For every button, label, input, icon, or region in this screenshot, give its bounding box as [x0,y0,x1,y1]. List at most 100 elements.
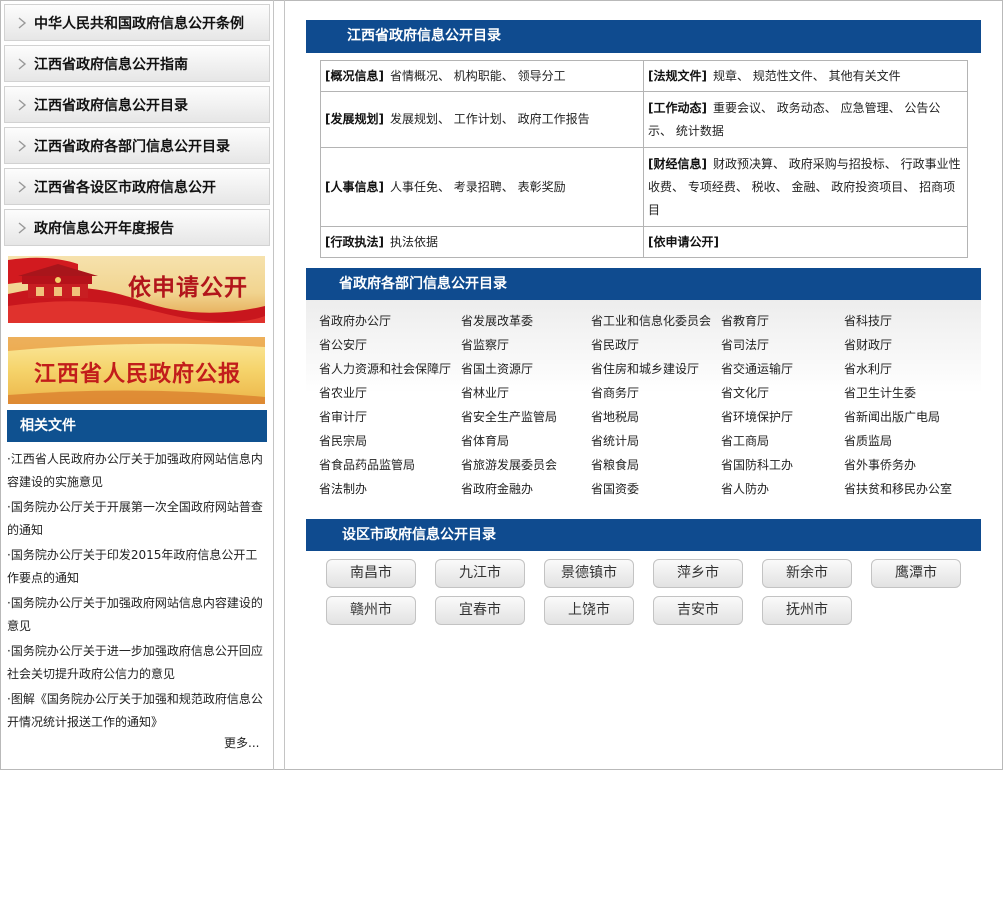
related-file-link[interactable]: ·图解《国务院办公厅关于加强和规范政府信息公开情况统计报送工作的通知》 [7,688,265,736]
catalog-cell[interactable]: [概况信息] 省情概况、 机构职能、 领导分工 [320,60,644,92]
department-link[interactable]: 省公安厅 [319,336,367,353]
department-link[interactable]: 省国土资源厅 [461,360,533,377]
department-link[interactable]: 省发展改革委 [461,312,533,329]
related-files-list: ·江西省人民政府办公厅关于加强政府网站信息内容建设的实施意见 ·国务院办公厅关于… [7,448,265,736]
column-divider [273,0,274,770]
city-button[interactable]: 吉安市 [653,596,743,625]
sidebar-item-departments[interactable]: 江西省政府各部门信息公开目录 [4,127,270,164]
department-link[interactable]: 省地税局 [591,408,639,425]
catalog-text: 人事任免、 考录招聘、 表彰奖励 [389,179,566,194]
department-link[interactable]: 省科技厅 [844,312,892,329]
catalog-label: [法规文件] [648,68,707,83]
department-link[interactable]: 省商务厅 [591,384,639,401]
department-link[interactable]: 省政府办公厅 [319,312,391,329]
catalog-cell[interactable]: [人事信息] 人事任免、 考录招聘、 表彰奖励 [320,147,644,227]
related-file-link[interactable]: ·国务院办公厅关于进一步加强政府信息公开回应社会关切提升政府公信力的意见 [7,640,265,688]
department-link[interactable]: 省旅游发展委员会 [461,456,557,473]
department-link[interactable]: 省卫生计生委 [844,384,916,401]
city-button[interactable]: 九江市 [435,559,525,588]
department-link[interactable]: 省民宗局 [319,432,367,449]
department-link[interactable]: 省人力资源和社会保障厅 [319,360,451,377]
catalog-text: 执法依据 [389,234,438,249]
department-link[interactable]: 省人防办 [721,480,769,497]
city-button[interactable]: 赣州市 [326,596,416,625]
department-link[interactable]: 省体育局 [461,432,509,449]
sidebar-item-regulations[interactable]: 中华人民共和国政府信息公开条例 [4,4,270,41]
department-link[interactable]: 省国资委 [591,480,639,497]
department-link[interactable]: 省政府金融办 [461,480,533,497]
department-link[interactable]: 省交通运输厅 [721,360,793,377]
catalog-cell[interactable]: [财经信息] 财政预决算、 政府采购与招投标、 行政事业性收费、 专项经费、 税收… [643,147,968,227]
city-button[interactable]: 萍乡市 [653,559,743,588]
department-link[interactable]: 省文化厅 [721,384,769,401]
sidebar-item-label: 江西省政府信息公开目录 [34,97,188,114]
city-button[interactable]: 鹰潭市 [871,559,961,588]
city-button[interactable]: 上饶市 [544,596,634,625]
sidebar-item-guide[interactable]: 江西省政府信息公开指南 [4,45,270,82]
city-button[interactable]: 景德镇市 [544,559,634,588]
sidebar-item-annual-report[interactable]: 政府信息公开年度报告 [4,209,270,246]
more-link[interactable]: 更多... [224,734,259,751]
catalog-cell[interactable]: [依申请公开] [643,226,968,258]
chevron-right-icon [18,222,27,234]
department-link[interactable]: 省林业厅 [461,384,509,401]
city-button[interactable]: 新余市 [762,559,852,588]
catalog-cell[interactable]: [行政执法] 执法依据 [320,226,644,258]
department-link[interactable]: 省法制办 [319,480,367,497]
department-link[interactable]: 省水利厅 [844,360,892,377]
department-link[interactable]: 省新闻出版广电局 [844,408,940,425]
banner-label: 江西省人民政府公报 [34,361,242,387]
department-link[interactable]: 省粮食局 [591,456,639,473]
department-link[interactable]: 省扶贫和移民办公室 [844,480,952,497]
sidebar-item-label: 江西省政府各部门信息公开目录 [34,138,230,155]
sidebar-item-cities[interactable]: 江西省各设区市政府信息公开 [4,168,270,205]
department-link[interactable]: 省工商局 [721,432,769,449]
department-link[interactable]: 省环境保护厅 [721,408,793,425]
chevron-right-icon [18,17,27,29]
department-link[interactable]: 省质监局 [844,432,892,449]
sidebar-item-label: 江西省各设区市政府信息公开 [34,179,216,196]
city-button[interactable]: 抚州市 [762,596,852,625]
sidebar-item-label: 政府信息公开年度报告 [34,220,174,237]
department-link[interactable]: 省民政厅 [591,336,639,353]
chevron-right-icon [18,181,27,193]
banner-label: 依申请公开 [128,274,248,301]
cities-title: 设区市政府信息公开目录 [306,519,981,551]
related-file-link[interactable]: ·国务院办公厅关于开展第一次全国政府网站普查的通知 [7,496,265,544]
catalog-label: [概况信息] [325,68,384,83]
catalog-label: [工作动态] [648,100,707,115]
sidebar-item-label: 中华人民共和国政府信息公开条例 [34,15,244,32]
department-link[interactable]: 省食品药品监管局 [319,456,415,473]
department-link[interactable]: 省工业和信息化委员会 [591,312,711,329]
department-link[interactable]: 省安全生产监管局 [461,408,557,425]
related-file-link[interactable]: ·江西省人民政府办公厅关于加强政府网站信息内容建设的实施意见 [7,448,265,496]
department-link[interactable]: 省司法厅 [721,336,769,353]
sidebar-item-catalog[interactable]: 江西省政府信息公开目录 [4,86,270,123]
departments-title: 省政府各部门信息公开目录 [306,268,981,300]
department-link[interactable]: 省住房和城乡建设厅 [591,360,699,377]
sidebar-item-label: 江西省政府信息公开指南 [34,56,188,73]
department-link[interactable]: 省审计厅 [319,408,367,425]
city-button[interactable]: 宜春市 [435,596,525,625]
catalog-text: 发展规划、 工作计划、 政府工作报告 [389,112,590,126]
department-link[interactable]: 省财政厅 [844,336,892,353]
department-link[interactable]: 省外事侨务办 [844,456,916,473]
department-link[interactable]: 省教育厅 [721,312,769,329]
department-link[interactable]: 省监察厅 [461,336,509,353]
catalog-text: 规章、 规范性文件、 其他有关文件 [712,68,901,83]
chevron-right-icon [18,99,27,111]
catalog-cell[interactable]: [法规文件] 规章、 规范性文件、 其他有关文件 [643,60,968,92]
related-file-link[interactable]: ·国务院办公厅关于加强政府网站信息内容建设的意见 [7,592,265,640]
gazette-banner[interactable]: 江西省人民政府公报 [8,337,265,404]
department-link[interactable]: 省农业厅 [319,384,367,401]
sidebar-nav: 中华人民共和国政府信息公开条例 江西省政府信息公开指南 江西省政府信息公开目录 … [4,4,270,250]
departments-grid [306,300,981,507]
related-file-link[interactable]: ·国务院办公厅关于印发2015年政府信息公开工作要点的通知 [7,544,265,592]
city-button[interactable]: 南昌市 [326,559,416,588]
catalog-cell[interactable]: [发展规划] 发展规划、 工作计划、 政府工作报告 [320,91,644,148]
catalog-cell[interactable]: [工作动态] 重要会议、 政务动态、 应急管理、 公告公示、 统计数据 [643,91,968,148]
department-link[interactable]: 省国防科工办 [721,456,793,473]
column-divider [284,0,285,770]
department-link[interactable]: 省统计局 [591,432,639,449]
apply-disclosure-banner[interactable]: 依申请公开 [8,256,265,323]
